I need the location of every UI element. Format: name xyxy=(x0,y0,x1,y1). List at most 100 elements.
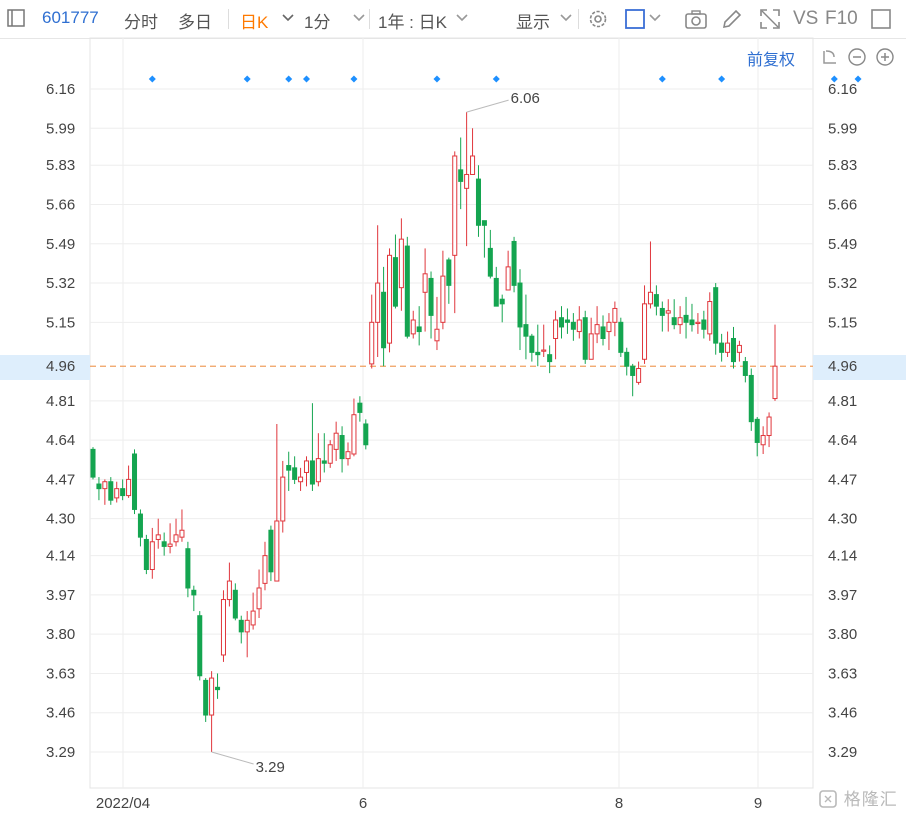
candle-up xyxy=(452,155,458,256)
price-tick-label: 3.63 xyxy=(828,665,857,682)
candle-down xyxy=(493,277,499,307)
price-tick-label: 5.99 xyxy=(46,120,75,137)
candle-up xyxy=(173,534,179,543)
candle-up xyxy=(149,541,155,571)
candle-down xyxy=(659,307,665,316)
candle-down xyxy=(653,294,659,307)
undo-icon[interactable] xyxy=(820,47,840,67)
candle-down xyxy=(618,321,624,353)
candle-down xyxy=(730,337,737,363)
candle-down xyxy=(197,615,203,677)
candle-down xyxy=(517,282,523,328)
event-marker[interactable] xyxy=(302,75,310,83)
candle-down xyxy=(547,354,553,363)
date-tick-label: 9 xyxy=(754,795,762,812)
price-tick-label: 4.64 xyxy=(828,432,857,449)
candle-down xyxy=(630,365,636,376)
date-axis: 2022/04 6 8 9 xyxy=(96,795,762,812)
price-tick-label: 3.63 xyxy=(46,665,75,682)
candle-up xyxy=(606,321,612,333)
zoom-in-icon[interactable] xyxy=(875,47,895,67)
candle-up xyxy=(244,619,250,633)
min-leader-line xyxy=(211,751,254,765)
candle-down xyxy=(286,465,292,471)
candle-up xyxy=(576,319,582,333)
current-price-highlight-left xyxy=(0,355,90,380)
event-marker[interactable] xyxy=(718,75,726,83)
date-tick-label: 8 xyxy=(615,795,623,812)
event-marker[interactable] xyxy=(148,75,156,83)
candle-up xyxy=(422,273,428,293)
candle-down xyxy=(137,513,143,538)
candle-down xyxy=(742,361,748,376)
chart-window: 601777 分时 多日 日K 1分 1年 : 日K 显示 VS F10 6.1… xyxy=(0,0,906,813)
price-tick-label: 4.64 xyxy=(46,432,75,449)
candle-up xyxy=(695,321,701,325)
candle-down xyxy=(321,460,327,464)
candle-down xyxy=(481,220,487,226)
candle-up xyxy=(410,319,416,335)
price-tick-label: 3.80 xyxy=(828,626,857,643)
candle-up xyxy=(114,488,120,499)
candlestick-chart[interactable]: 6.16 6.16 5.99 5.99 5.83 5.83 5.66 5.66 5.49 5.49… xyxy=(0,0,906,813)
candle-up xyxy=(440,275,446,323)
candle-down xyxy=(185,548,191,589)
candle-up xyxy=(766,416,772,437)
candle-down xyxy=(529,335,535,353)
candle-up xyxy=(369,321,375,365)
logo-icon xyxy=(819,790,837,808)
event-marker[interactable] xyxy=(285,75,293,83)
price-tick-label: 4.81 xyxy=(828,393,857,410)
candle-down xyxy=(339,435,345,460)
candle-up xyxy=(387,254,393,344)
candle-down xyxy=(143,538,149,571)
candle-up xyxy=(250,610,256,626)
event-marker[interactable] xyxy=(433,75,441,83)
candle-up xyxy=(464,173,470,189)
price-axis: 6.16 6.16 5.99 5.99 5.83 5.83 5.66 5.66 5.49 5.49… xyxy=(46,81,857,761)
candle-down xyxy=(446,259,452,286)
price-tick-label: 6.16 xyxy=(828,81,857,98)
candle-up xyxy=(315,458,321,483)
candle-up xyxy=(772,365,778,400)
candle-up xyxy=(345,451,351,460)
candle-series xyxy=(90,112,778,752)
event-marker[interactable] xyxy=(350,75,358,83)
candle-up xyxy=(470,155,476,175)
candle-up xyxy=(351,414,357,455)
candle-down xyxy=(754,418,760,443)
candle-down xyxy=(671,317,677,326)
price-tick-label: 3.97 xyxy=(828,587,857,604)
candle-up xyxy=(505,266,511,291)
candle-up xyxy=(612,307,618,323)
price-tick-label: 3.29 xyxy=(828,744,857,761)
candle-up xyxy=(553,319,559,339)
zoom-out-icon[interactable] xyxy=(847,47,867,67)
candle-up xyxy=(155,534,161,540)
candle-down xyxy=(689,319,695,326)
event-marker[interactable] xyxy=(492,75,500,83)
candle-up xyxy=(665,310,671,314)
candle-down xyxy=(683,314,689,323)
event-markers[interactable] xyxy=(148,75,906,83)
candle-down xyxy=(90,448,96,478)
candle-down xyxy=(701,319,707,330)
event-marker[interactable] xyxy=(658,75,666,83)
candle-up xyxy=(375,282,381,323)
candle-down xyxy=(120,488,126,497)
candle-down xyxy=(535,351,541,356)
price-tick-label: 4.30 xyxy=(46,511,75,528)
candle-up xyxy=(434,328,440,342)
min-price-label: 3.29 xyxy=(256,759,285,776)
price-adjust-button[interactable]: 前复权 xyxy=(747,46,795,70)
candle-down xyxy=(363,423,369,446)
candle-down xyxy=(499,298,505,305)
candle-down xyxy=(416,326,422,333)
date-tick-label: 6 xyxy=(359,795,367,812)
candle-down xyxy=(570,321,576,330)
price-tick-label: 3.97 xyxy=(46,587,75,604)
price-tick-label: 3.29 xyxy=(46,744,75,761)
event-marker[interactable] xyxy=(243,75,251,83)
candle-down xyxy=(713,287,719,344)
candle-up xyxy=(647,291,653,305)
